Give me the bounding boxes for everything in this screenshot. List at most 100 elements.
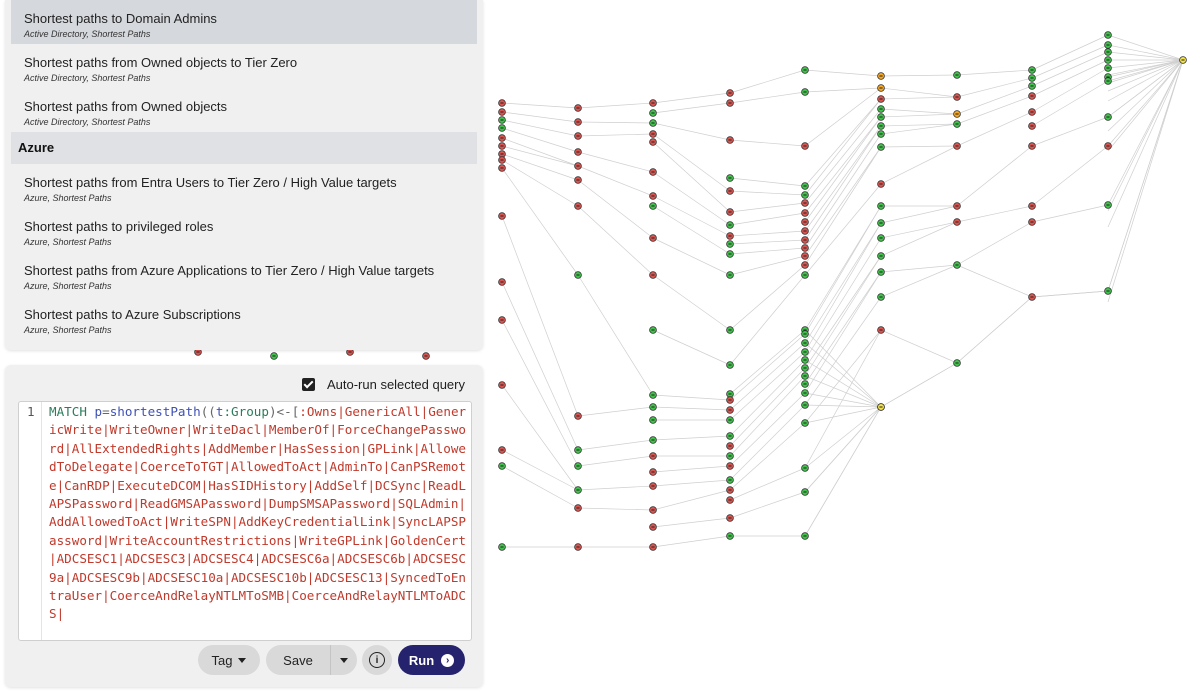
- graph-edge: [577, 455, 654, 467]
- node-glyph: [651, 122, 655, 124]
- graph-edge: [880, 329, 958, 364]
- node-glyph: [728, 399, 732, 401]
- autorun-toggle[interactable]: Auto-run selected query: [301, 377, 465, 392]
- graph-edge: [804, 125, 882, 241]
- node-glyph: [803, 491, 807, 493]
- query-code[interactable]: MATCH p=shortestPath((t:Group)<-[:Owns|G…: [49, 403, 469, 624]
- query-item[interactable]: Shortest paths from Owned objects Active …: [11, 88, 477, 132]
- run-label: Run: [408, 652, 435, 668]
- node-glyph: [1106, 34, 1110, 36]
- query-item[interactable]: Shortest paths to Domain Admins Active Di…: [11, 0, 477, 44]
- graph-edge: [1031, 116, 1109, 147]
- node-glyph: [1181, 59, 1185, 61]
- node-glyph: [728, 435, 732, 437]
- graph-edge: [729, 392, 806, 467]
- graph-edge: [729, 212, 806, 226]
- node-glyph: [803, 375, 807, 377]
- node-glyph: [728, 329, 732, 331]
- node-glyph: [651, 133, 655, 135]
- graph-edge: [729, 177, 806, 187]
- node-glyph: [576, 121, 580, 123]
- node-glyph: [576, 489, 580, 491]
- node-glyph: [803, 392, 807, 394]
- graph-edge: [501, 127, 579, 153]
- node-glyph: [803, 247, 807, 249]
- node-glyph: [728, 243, 732, 245]
- graph-edge: [1031, 204, 1109, 223]
- node-glyph: [651, 439, 655, 441]
- checkbox-checked-icon[interactable]: [301, 378, 315, 391]
- node-glyph: [728, 211, 732, 213]
- code-var-p: p: [94, 404, 103, 419]
- query-item[interactable]: Shortest paths from Owned objects to Tie…: [11, 44, 477, 88]
- graph-edge: [652, 141, 731, 213]
- graph-edge: [729, 342, 806, 411]
- query-item[interactable]: Shortest paths to Azure Subscriptions Azu…: [11, 296, 477, 340]
- node-glyph: [879, 146, 883, 148]
- node-glyph: [728, 253, 732, 255]
- graph-edge: [1031, 80, 1109, 127]
- node-glyph: [1030, 69, 1034, 71]
- graph-edge: [1031, 59, 1109, 97]
- save-options-button[interactable]: [330, 645, 357, 675]
- node-glyph: [651, 195, 655, 197]
- node-glyph: [879, 271, 883, 273]
- node-glyph: [879, 75, 883, 77]
- graph-edge: [577, 205, 654, 276]
- node-glyph: [803, 230, 807, 232]
- node-glyph: [955, 205, 959, 207]
- node-glyph: [879, 255, 883, 257]
- tag-button[interactable]: Tag: [198, 645, 260, 675]
- node-glyph: [803, 535, 807, 537]
- graph-edge: [652, 171, 731, 226]
- autorun-label: Auto-run selected query: [326, 377, 465, 392]
- node-glyph: [803, 202, 807, 204]
- graph-edge: [729, 190, 806, 196]
- graph-edge: [729, 139, 806, 147]
- graph-edge: [501, 449, 579, 491]
- run-button[interactable]: Run ›: [398, 645, 465, 675]
- node-glyph: [879, 125, 883, 127]
- query-item[interactable]: Shortest paths to privileged roles Azure,…: [11, 208, 477, 252]
- graph-edge: [577, 485, 654, 491]
- node-glyph: [803, 359, 807, 361]
- graph-edge: [501, 119, 579, 137]
- graph-edge: [880, 145, 958, 148]
- node-glyph: [272, 355, 276, 357]
- graph-edge: [1107, 59, 1184, 152]
- editor-gutter: [19, 402, 42, 640]
- query-item[interactable]: Shortest paths from Azure Applications t…: [11, 252, 477, 296]
- query-tags: Azure, Shortest Paths: [24, 237, 112, 247]
- node-glyph: [500, 281, 504, 283]
- node-glyph: [576, 449, 580, 451]
- query-title: Shortest paths to Azure Subscriptions: [24, 307, 241, 322]
- graph-edge: [729, 247, 806, 255]
- graph-edge: [577, 507, 654, 511]
- save-button[interactable]: Save: [266, 645, 330, 675]
- node-glyph: [576, 274, 580, 276]
- graph-edge: [652, 517, 731, 528]
- query-title: Shortest paths from Owned objects to Tie…: [24, 55, 298, 70]
- graph-edge: [729, 422, 806, 491]
- graph-edge: [729, 491, 806, 519]
- cypher-editor[interactable]: 1 MATCH p=shortestPath((t:Group)<-[:Owns…: [18, 401, 472, 641]
- graph-edge: [729, 367, 806, 447]
- node-glyph: [1106, 145, 1110, 147]
- graph-edge: [804, 406, 882, 493]
- node-glyph: [879, 296, 883, 298]
- node-glyph: [1030, 145, 1034, 147]
- node-glyph: [955, 145, 959, 147]
- node-glyph: [728, 445, 732, 447]
- graph-edge: [577, 133, 654, 137]
- graph-edge: [652, 237, 731, 276]
- node-glyph: [728, 517, 732, 519]
- info-button[interactable]: i: [362, 645, 392, 675]
- graph-edge: [1107, 59, 1184, 92]
- query-item[interactable]: Shortest paths from Entra Users to Tier …: [11, 164, 477, 208]
- node-glyph: [803, 342, 807, 344]
- graph-edge: [880, 108, 958, 115]
- node-glyph: [1106, 204, 1110, 206]
- graph-edge: [652, 102, 731, 114]
- node-glyph: [651, 546, 655, 548]
- node-glyph: [1030, 111, 1034, 113]
